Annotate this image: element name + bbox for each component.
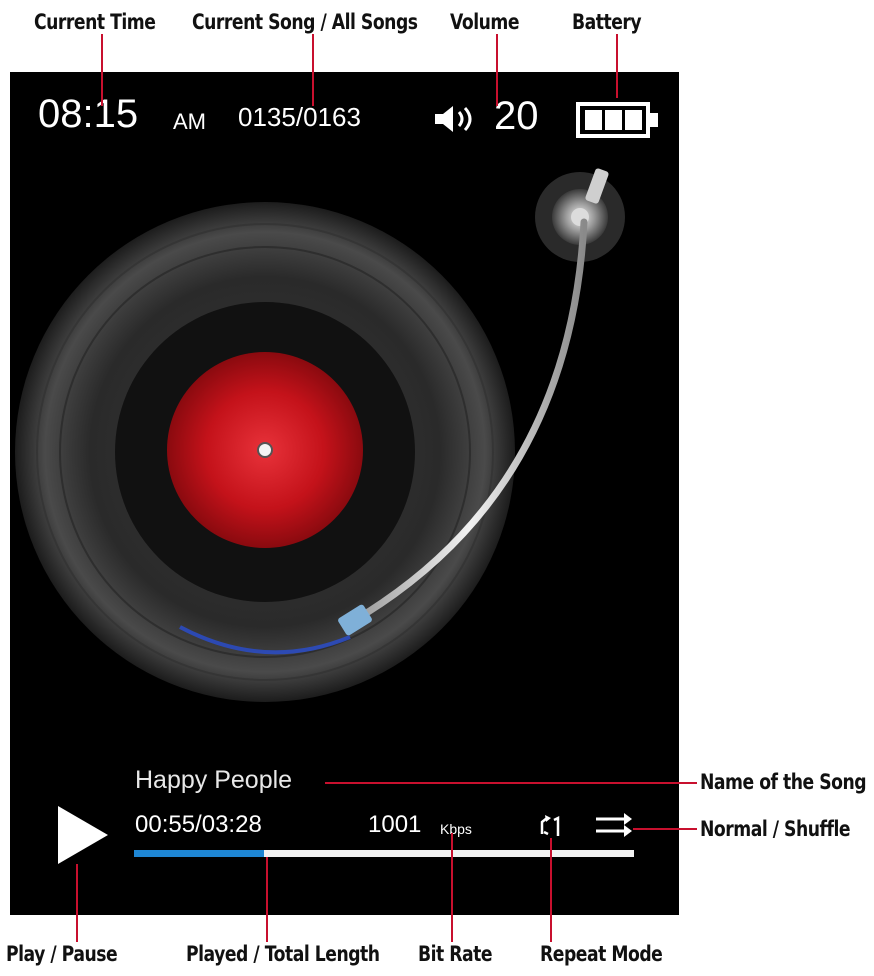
leader-shuffle [633,828,697,830]
leader-volume [496,34,498,106]
leader-current-song [312,34,314,106]
callout-bit-rate: Bit Rate [418,942,493,966]
callout-play-pause: Play / Pause [6,942,118,966]
turntable-artwork [15,168,625,702]
callout-shuffle: Normal / Shuffle [700,817,851,841]
bitrate-value: 1001 [368,811,422,838]
leader-repeat-mode [550,838,552,942]
leader-song-name [325,782,697,784]
am-pm-indicator: AM [173,109,206,134]
play-icon[interactable] [56,804,110,866]
callout-played-total: Played / Total Length [186,942,380,966]
callout-volume: Volume [450,10,520,34]
progress-fill [134,850,264,857]
volume-level: 20 [494,94,539,138]
callout-repeat-mode: Repeat Mode [540,942,663,966]
callout-current-song: Current Song / All Songs [192,10,418,34]
battery-full-icon [576,102,658,138]
leader-played-total [266,857,268,942]
current-time: 08:15 [38,92,139,136]
callout-battery: Battery [572,10,642,34]
leader-battery [616,34,618,98]
played-total-time: 00:55/03:28 [135,811,262,838]
leader-bit-rate [451,833,453,942]
callout-song-name: Name of the Song [700,770,867,794]
speaker-icon [435,106,472,132]
leader-current-time [101,34,103,106]
bitrate-unit: Kbps [440,821,472,837]
repeat-one-icon[interactable] [538,814,564,838]
player-screen: 08:15 AM 0135/0163 20 Happy People 00:55… [10,72,679,915]
shuffle-icon[interactable] [594,810,634,840]
progress-bar[interactable] [134,850,634,857]
song-title: Happy People [135,766,293,794]
callout-current-time: Current Time [34,10,156,34]
leader-play-pause [76,864,78,942]
song-counter: 0135/0163 [238,102,361,132]
